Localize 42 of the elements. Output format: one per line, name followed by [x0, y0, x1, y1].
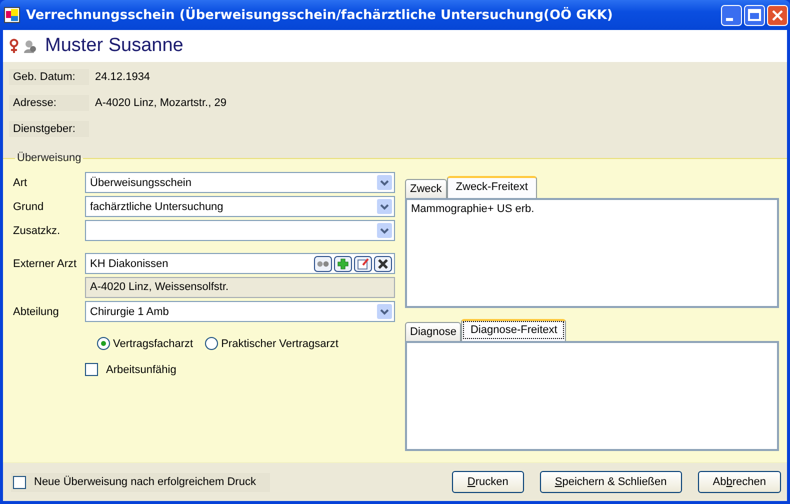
tab[interactable]: Zweck: [405, 179, 447, 198]
text-area[interactable]: [405, 341, 779, 451]
female-icon: [9, 38, 19, 54]
field-label: Art: [12, 176, 28, 188]
info-label: Geb. Datum:: [9, 69, 89, 85]
address-field: A-4020 Linz, Weissensolfstr.: [85, 277, 395, 298]
field-label: Abteilung: [12, 306, 60, 318]
radio-option[interactable]: Praktischer Vertragsarzt: [205, 337, 338, 350]
group-title: Überweisung: [16, 152, 82, 164]
tab[interactable]: Zweck-Freitext: [446, 176, 537, 198]
checkbox[interactable]: Arbeitsunfähig: [85, 363, 176, 376]
dropdown-field[interactable]: Chirurgie 1 Amb: [85, 301, 395, 322]
text-area[interactable]: Mammographie+ US erb.: [405, 198, 779, 308]
window-title: Verrechnungsschein (Überweisungsschein/fachärztliche Untersuchung(OÖ GKK): [26, 8, 614, 22]
dialog-button[interactable]: Speichern & Schließen: [540, 471, 682, 493]
dropdown-field[interactable]: Überweisungsschein: [85, 172, 395, 193]
info-value: A-4020 Linz, Mozartstr., 29: [94, 96, 228, 111]
app-icon: [4, 7, 20, 23]
tab[interactable]: Diagnose: [405, 322, 462, 341]
doctor-field[interactable]: KH Diakonissen: [85, 253, 395, 274]
person-icon: [23, 39, 37, 53]
radio-option[interactable]: Vertragsfacharzt: [97, 337, 194, 350]
close-button[interactable]: [767, 4, 788, 26]
tab[interactable]: Diagnose-Freitext: [461, 319, 566, 341]
delete-icon[interactable]: [374, 256, 392, 272]
dialog-button[interactable]: Abbrechen: [698, 471, 781, 493]
checkbox[interactable]: Neue Überweisung nach erfolgreichem Druck: [11, 472, 270, 492]
dialog-button[interactable]: Drucken: [452, 471, 524, 493]
edit-icon[interactable]: [354, 256, 372, 272]
glasses-icon[interactable]: [314, 256, 332, 272]
field-label: Grund: [12, 200, 45, 212]
add-icon[interactable]: [334, 256, 352, 272]
field-label: Externer Arzt: [12, 258, 78, 270]
info-label: Dienstgeber:: [9, 121, 89, 137]
info-value: 24.12.1934: [94, 70, 152, 85]
maximize-button[interactable]: [744, 4, 765, 26]
field-label: Zusatzkz.: [12, 224, 62, 236]
info-label: Adresse:: [9, 95, 89, 111]
patient-name: Muster Susanne: [45, 35, 184, 57]
dropdown-field[interactable]: fachärztliche Untersuchung: [85, 196, 395, 217]
minimize-button[interactable]: [721, 4, 742, 26]
dropdown-field[interactable]: [85, 220, 395, 241]
